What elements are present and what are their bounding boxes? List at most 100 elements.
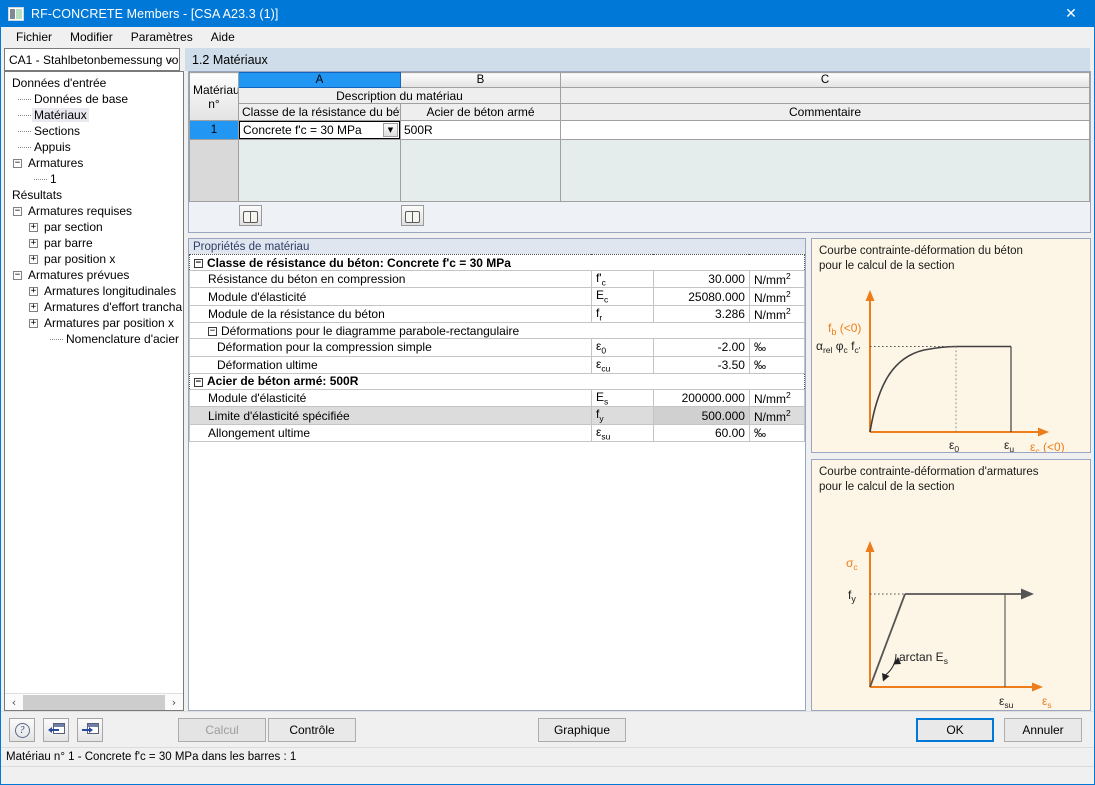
property-symbol: εcu bbox=[590, 355, 654, 374]
sub-header-comment: Commentaire bbox=[560, 103, 1090, 121]
navigator-horizontal-scrollbar[interactable]: ‹ › bbox=[5, 693, 183, 710]
property-row-eps0[interactable]: Déformation pour la compression simple ε… bbox=[189, 338, 806, 357]
property-value[interactable]: 3.286 bbox=[652, 304, 750, 324]
property-value[interactable]: -3.50 bbox=[652, 355, 750, 374]
property-subgroup-deformations[interactable]: − Déformations pour le diagramme parabole… bbox=[189, 322, 805, 340]
steel-library-button[interactable] bbox=[401, 205, 424, 226]
collapse-minus-icon[interactable]: − bbox=[13, 158, 22, 168]
property-group-steel[interactable]: − Acier de béton armé: 500R bbox=[189, 372, 805, 390]
svg-text:fb (<0): fb (<0) bbox=[828, 321, 861, 337]
table-row[interactable]: 1 Concrete f'c = 30 MPa ▼ 500R bbox=[189, 120, 1090, 140]
tree-item-armatures-requises[interactable]: − Armatures requises bbox=[5, 203, 183, 219]
tree-item-donnees-de-base[interactable]: Données de base bbox=[5, 91, 183, 107]
row-number-cell[interactable]: 1 bbox=[189, 120, 239, 140]
menu-item-parametres[interactable]: Paramètres bbox=[122, 28, 202, 46]
menu-item-modifier[interactable]: Modifier bbox=[61, 28, 122, 46]
help-icon: ? bbox=[14, 722, 30, 738]
ok-button[interactable]: OK bbox=[916, 718, 994, 742]
tree-item-armature-1[interactable]: 1 bbox=[5, 171, 183, 187]
scroll-right-icon[interactable]: › bbox=[166, 696, 182, 709]
status-text: Matériau n° 1 - Concrete f'c = 30 MPa da… bbox=[6, 751, 297, 763]
property-row-es[interactable]: Module d'élasticité Es 200000.000 N/mm2 bbox=[189, 388, 806, 408]
tree-item-nomenclature-acier[interactable]: Nomenclature d'acier bbox=[5, 331, 183, 347]
group-title-cell: − Classe de résistance du béton: Concrete… bbox=[189, 254, 805, 271]
next-window-button[interactable] bbox=[77, 718, 103, 742]
collapse-minus-icon[interactable]: − bbox=[194, 377, 203, 387]
expand-plus-icon[interactable]: + bbox=[29, 318, 38, 328]
help-button[interactable]: ? bbox=[9, 718, 35, 742]
menu-item-aide[interactable]: Aide bbox=[202, 28, 244, 46]
cell-concrete-class[interactable]: Concrete f'c = 30 MPa ▼ bbox=[238, 120, 401, 140]
property-value[interactable]: 200000.000 bbox=[652, 388, 750, 408]
navigation-strip: CA1 - Stahlbetonbemessung vo ⌄ 1.2 Matér… bbox=[1, 48, 1094, 71]
previous-window-button[interactable] bbox=[43, 718, 69, 742]
property-value[interactable]: 60.00 bbox=[652, 423, 750, 443]
collapse-minus-icon[interactable]: − bbox=[13, 270, 22, 280]
symbol-base: E bbox=[595, 389, 604, 404]
property-row-epscu[interactable]: Déformation ultime εcu -3.50 ‰ bbox=[189, 355, 806, 374]
chevron-down-icon[interactable]: ⌄ bbox=[167, 49, 175, 70]
menu-item-fichier[interactable]: Fichier bbox=[7, 28, 61, 46]
collapse-minus-icon[interactable]: − bbox=[13, 206, 22, 216]
unit-sup: 2 bbox=[785, 305, 791, 316]
tree-item-donnees-entree[interactable]: Données d'entrée bbox=[5, 75, 183, 91]
tree-item-materiaux[interactable]: Matériaux bbox=[5, 107, 183, 123]
tree-item-resultats[interactable]: Résultats bbox=[5, 187, 183, 203]
collapse-minus-icon[interactable]: − bbox=[208, 327, 217, 336]
tree-item-appuis[interactable]: Appuis bbox=[5, 139, 183, 155]
expand-plus-icon[interactable]: + bbox=[29, 254, 38, 264]
case-selector-combobox[interactable]: CA1 - Stahlbetonbemessung vo ⌄ bbox=[4, 48, 180, 71]
empty-cell-b[interactable] bbox=[400, 139, 561, 202]
expand-plus-icon[interactable]: + bbox=[29, 286, 38, 296]
property-row-fy[interactable]: Limite d'élasticité spécifiée fy 500.000… bbox=[189, 406, 806, 425]
tree-item-armatures-longitudinales[interactable]: + Armatures longitudinales bbox=[5, 283, 183, 299]
property-value[interactable]: 500.000 bbox=[652, 406, 750, 425]
annuler-button[interactable]: Annuler bbox=[1004, 718, 1082, 742]
tree-item-par-position-x[interactable]: + par position x bbox=[5, 251, 183, 267]
expand-plus-icon[interactable]: + bbox=[29, 238, 38, 248]
concrete-y-label-suffix: (<0) bbox=[836, 321, 861, 335]
property-value[interactable]: 30.000 bbox=[652, 269, 750, 289]
property-group-concrete[interactable]: − Classe de résistance du béton: Concrete… bbox=[189, 254, 805, 271]
property-label: Résistance du béton en compression bbox=[189, 269, 592, 289]
property-row-fr[interactable]: Module de la résistance du béton fr 3.28… bbox=[189, 304, 806, 324]
property-row-epssu[interactable]: Allongement ultime εsu 60.00 ‰ bbox=[189, 423, 806, 443]
column-header-a[interactable]: A bbox=[238, 72, 401, 88]
controle-button[interactable]: Contrôle bbox=[268, 718, 356, 742]
tree-item-par-section[interactable]: + par section bbox=[5, 219, 183, 235]
tree-item-armatures[interactable]: − Armatures bbox=[5, 155, 183, 171]
tree-item-armatures-par-position-x[interactable]: + Armatures par position x bbox=[5, 315, 183, 331]
property-row-ec[interactable]: Module d'élasticité Ec 25080.000 N/mm2 bbox=[189, 287, 806, 306]
scroll-left-icon[interactable]: ‹ bbox=[6, 696, 22, 709]
cell-comment[interactable] bbox=[560, 120, 1090, 140]
property-row-fc[interactable]: Résistance du béton en compression f'c 3… bbox=[189, 269, 806, 289]
close-icon[interactable]: ✕ bbox=[1048, 1, 1094, 27]
concrete-class-combobox[interactable]: Concrete f'c = 30 MPa ▼ bbox=[239, 121, 400, 139]
cell-rebar-steel[interactable]: 500R bbox=[400, 120, 561, 140]
unit-base: N/mm bbox=[753, 307, 786, 322]
expand-plus-icon[interactable]: + bbox=[29, 222, 38, 232]
concrete-library-button[interactable] bbox=[239, 205, 262, 226]
collapse-minus-icon[interactable]: − bbox=[194, 258, 203, 268]
empty-cell-a[interactable] bbox=[238, 139, 401, 202]
tree-item-label: par position x bbox=[44, 252, 116, 266]
properties-table[interactable]: − Classe de résistance du béton: Concrete… bbox=[189, 254, 806, 443]
diagram-column: Courbe contrainte-déformation du béton p… bbox=[811, 238, 1091, 711]
column-header-c[interactable]: C bbox=[560, 72, 1090, 88]
chevron-down-icon[interactable]: ▼ bbox=[383, 123, 398, 137]
scrollbar-thumb[interactable] bbox=[23, 694, 165, 710]
tree-item-par-barre[interactable]: + par barre bbox=[5, 235, 183, 251]
property-value[interactable]: -2.00 bbox=[652, 338, 750, 357]
materials-grid[interactable]: Matériau n° A B C Description du matéria… bbox=[189, 72, 1090, 202]
symbol-sub: s bbox=[603, 396, 609, 407]
calcul-button[interactable]: Calcul bbox=[178, 718, 266, 742]
graphique-button[interactable]: Graphique bbox=[538, 718, 626, 742]
property-value[interactable]: 25080.000 bbox=[652, 287, 750, 306]
concrete-diagram-caption: Courbe contrainte-déformation du béton p… bbox=[812, 239, 1090, 274]
expand-plus-icon[interactable]: + bbox=[29, 302, 38, 312]
tree-item-sections[interactable]: Sections bbox=[5, 123, 183, 139]
tree-item-armatures-effort-tranchant[interactable]: + Armatures d'effort trancha bbox=[5, 299, 183, 315]
empty-cell-c[interactable] bbox=[560, 139, 1090, 202]
column-header-b[interactable]: B bbox=[400, 72, 561, 88]
tree-item-armatures-prevues[interactable]: − Armatures prévues bbox=[5, 267, 183, 283]
